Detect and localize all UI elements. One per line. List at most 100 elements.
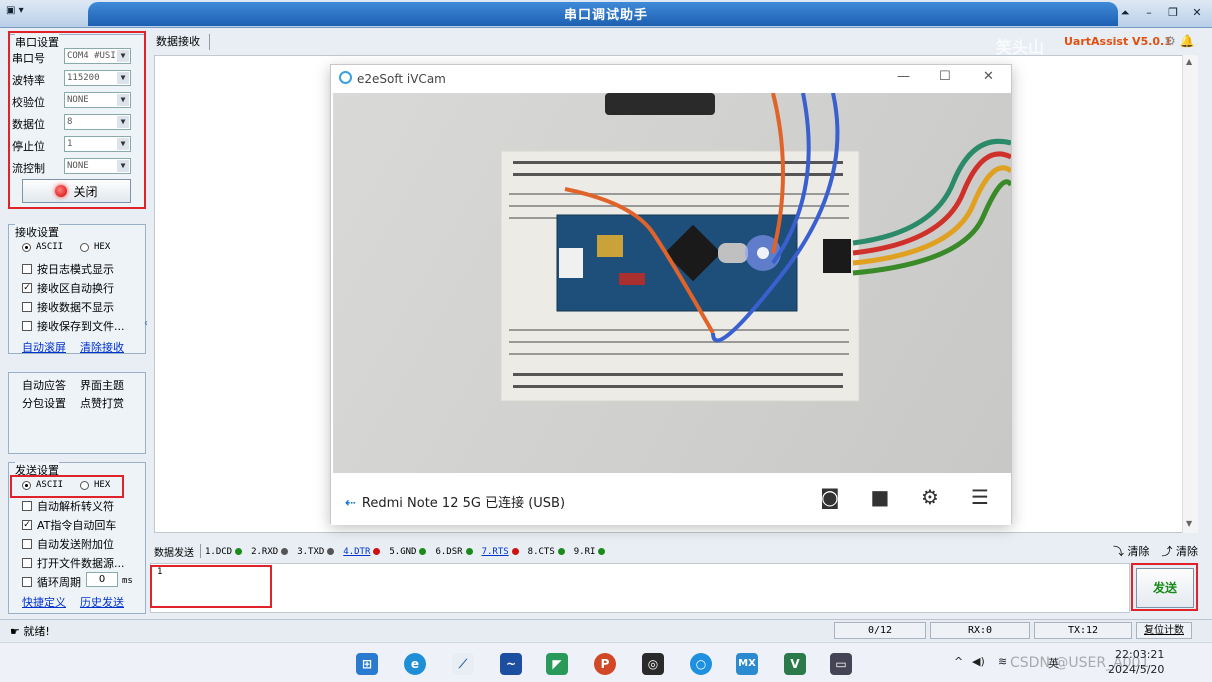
- device-status: ⇠ Redmi Note 12 5G 已连接 (USB): [345, 496, 566, 511]
- byte-count: 0/12: [834, 622, 926, 639]
- receive-settings-title: 接收设置: [15, 224, 59, 240]
- recv-option-save-file[interactable]: 接收保存到文件...: [22, 318, 125, 334]
- recv-option-log-mode[interactable]: 按日志模式显示: [22, 261, 114, 277]
- send-option-at-cr[interactable]: ✓ AT指令自动回车: [22, 517, 116, 533]
- camera-snapshot-icon[interactable]: ◙: [817, 485, 843, 511]
- edge-icon[interactable]: e: [404, 653, 426, 675]
- start-icon[interactable]: ⊞: [356, 653, 378, 675]
- databits-label: 数据位: [12, 118, 45, 131]
- collapse-panel-icon[interactable]: ‹: [144, 318, 148, 329]
- packet-settings-item[interactable]: 分包设置: [22, 395, 66, 411]
- auto-reply-item[interactable]: 自动应答: [22, 377, 66, 393]
- baudrate-label: 波特率: [12, 74, 45, 87]
- theme-item[interactable]: 界面主题: [80, 377, 124, 393]
- ivcam-close-button[interactable]: ✕: [983, 69, 994, 84]
- pin-label: 1.DCD: [205, 546, 233, 557]
- auto-scroll-link[interactable]: 自动滚屏: [22, 339, 66, 355]
- menu-icon[interactable]: ☰: [967, 485, 993, 511]
- clear-receive-link[interactable]: 清除接收: [80, 339, 124, 355]
- clear-send-button[interactable]: ⤵ 清除: [1113, 543, 1150, 559]
- radio-unchecked-icon: [80, 242, 89, 252]
- send-option-cycle[interactable]: 循环周期: [22, 574, 81, 590]
- cycle-period-input[interactable]: 0: [86, 572, 118, 587]
- quick-define-link[interactable]: 快捷定义: [22, 594, 66, 610]
- pin-label: 2.RXD: [251, 546, 279, 557]
- baudrate-select[interactable]: 115200 ▼: [64, 70, 131, 86]
- camera-app-icon[interactable]: ◎: [642, 653, 664, 675]
- send-text-area[interactable]: 1: [150, 563, 1130, 613]
- checkbox-icon: [22, 558, 32, 568]
- chart-app-icon[interactable]: ~: [500, 653, 522, 675]
- left-panel: 串口设置 串口号 COM4 #USI ▼ 波特率 115200 ▼ 校验位 NONE…: [0, 28, 150, 618]
- camera-video-feed: [333, 93, 1011, 473]
- history-send-link[interactable]: 历史发送: [80, 594, 124, 610]
- pin-indicator[interactable]: 4.DTR: [343, 547, 381, 557]
- close-port-label: 关闭: [73, 184, 98, 199]
- cycle-unit-label: ms: [122, 576, 133, 586]
- gear-icon[interactable]: ⚙: [917, 485, 943, 511]
- minimize-button[interactable]: –: [1140, 5, 1158, 21]
- send-hex-radio[interactable]: HEX: [80, 480, 110, 490]
- wifi-icon[interactable]: ≋: [998, 655, 1007, 668]
- close-port-button[interactable]: 关闭: [22, 179, 131, 203]
- app-brand: UartAssist V5.0.1: [1064, 35, 1172, 48]
- chevron-down-icon: ▼: [117, 50, 129, 62]
- parity-select[interactable]: NONE ▼: [64, 92, 131, 108]
- chevron-down-icon: ▼: [117, 160, 129, 172]
- reset-count-button[interactable]: 复位计数: [1136, 622, 1192, 639]
- pin-icon[interactable]: ⏶: [1116, 5, 1134, 21]
- status-bar: ☛ 就绪! 0/12 RX:0 TX:12 复位计数: [0, 619, 1212, 641]
- recv-option-autowrap[interactable]: ✓ 接收区自动换行: [22, 280, 114, 296]
- window-title: 串口调试助手: [563, 8, 648, 23]
- chevron-down-icon: ▼: [117, 94, 129, 106]
- ivcam-minimize-button[interactable]: —: [897, 69, 910, 84]
- clear-all-button[interactable]: ⤴ 清除: [1162, 543, 1199, 559]
- flowcontrol-select[interactable]: NONE ▼: [64, 158, 131, 174]
- settings-icons[interactable]: ⚙ 🔔: [1165, 34, 1195, 48]
- recv-hex-radio[interactable]: HEX: [80, 242, 110, 252]
- stopbits-select[interactable]: 1 ▼: [64, 136, 131, 152]
- app-icon[interactable]: ⟋: [452, 653, 474, 675]
- send-toolbar: 数据发送 1.DCD 2.RXD 3.TXD 4.DTR 5.GND 6.DSR 7.RTS…: [154, 541, 1198, 561]
- serial-app-icon[interactable]: ▭: [830, 653, 852, 675]
- pin-status-dot-icon: [598, 548, 606, 555]
- checkbox-icon: [22, 577, 32, 587]
- pin-label: 9.RI: [573, 546, 596, 557]
- pin-indicator[interactable]: 7.RTS: [482, 547, 519, 557]
- ivcam-app-icon[interactable]: ○: [690, 653, 712, 675]
- pin-status-dot-icon: [373, 548, 381, 555]
- pin-status-dot-icon: [511, 548, 519, 555]
- video-record-icon[interactable]: ■: [867, 485, 893, 511]
- pin-status-dot-icon: [419, 548, 427, 555]
- breadboard-photo: [500, 93, 1011, 402]
- files-icon[interactable]: ◤: [546, 653, 568, 675]
- pin-indicator: 3.TXD: [297, 547, 335, 557]
- ivcam-maximize-button[interactable]: ☐: [939, 69, 951, 84]
- donate-item[interactable]: 点赞打赏: [80, 395, 124, 411]
- send-option-append[interactable]: 自动发送附加位: [22, 536, 114, 552]
- powerpoint-icon[interactable]: P: [594, 653, 616, 675]
- send-option-file-source[interactable]: 打开文件数据源...: [22, 555, 125, 571]
- vertical-scrollbar[interactable]: ▲ ▼: [1182, 55, 1198, 533]
- v-app-icon[interactable]: V: [784, 653, 806, 675]
- recv-option-hide-data[interactable]: 接收数据不显示: [22, 299, 114, 315]
- csdn-watermark: CSDN @USER_A001: [1010, 655, 1150, 671]
- mx-icon[interactable]: MX: [736, 653, 758, 675]
- close-button[interactable]: ✕: [1188, 5, 1206, 21]
- port-select[interactable]: COM4 #USI ▼: [64, 48, 131, 64]
- recv-ascii-radio[interactable]: ASCII: [22, 242, 63, 252]
- pin-status-dot-icon: [557, 548, 565, 555]
- checkbox-checked-icon: ✓: [22, 283, 32, 293]
- scroll-up-icon[interactable]: ▲: [1186, 57, 1192, 66]
- send-ascii-radio[interactable]: ASCII: [22, 480, 63, 490]
- databits-select[interactable]: 8 ▼: [64, 114, 131, 130]
- ivcam-title: e2eSoft iVCam: [357, 72, 446, 86]
- scroll-down-icon[interactable]: ▼: [1186, 519, 1192, 528]
- send-option-escape[interactable]: 自动解析转义符: [22, 498, 114, 514]
- pin-indicator: 9.RI: [574, 547, 606, 557]
- maximize-button[interactable]: ❐: [1164, 5, 1182, 21]
- volume-icon[interactable]: ◀): [972, 655, 985, 668]
- status-led-icon: [55, 185, 68, 197]
- hand-icon: ☛: [10, 625, 24, 638]
- tray-chevron-icon[interactable]: ^: [954, 655, 963, 668]
